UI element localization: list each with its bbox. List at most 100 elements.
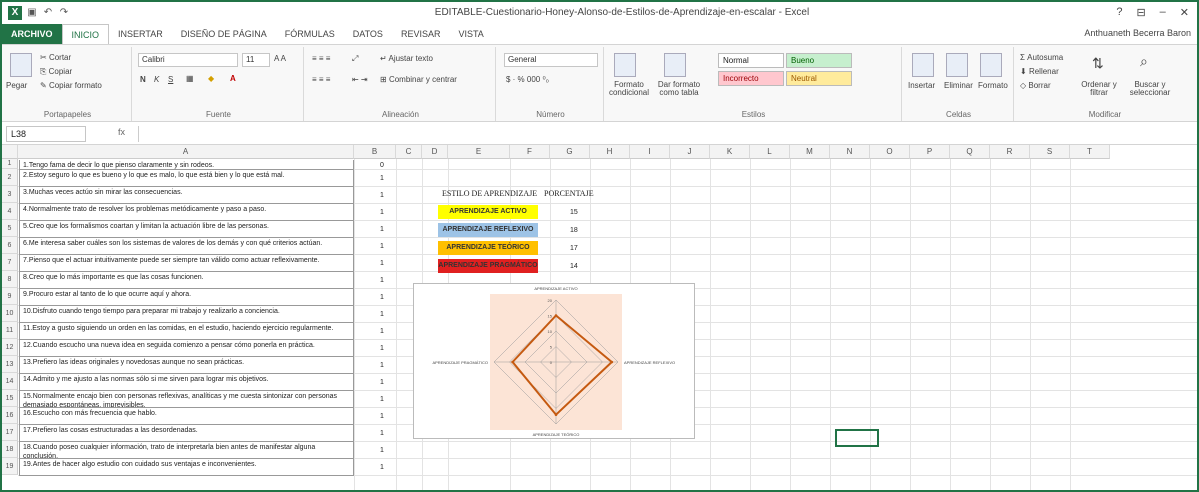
tab-insertar[interactable]: INSERTAR xyxy=(109,24,172,44)
style-normal[interactable]: Normal xyxy=(718,53,784,68)
question-cell[interactable]: 8.Creo que lo más importante es que las … xyxy=(19,272,354,289)
column-header-p[interactable]: P xyxy=(910,145,950,159)
merge-center-button[interactable]: ⊞ Combinar y centrar xyxy=(380,75,457,84)
answer-cell[interactable]: 1 xyxy=(380,430,384,437)
question-cell[interactable]: 14.Admito y me ajusto a las normas sólo … xyxy=(19,374,354,391)
column-header-l[interactable]: L xyxy=(750,145,790,159)
column-header-o[interactable]: O xyxy=(870,145,910,159)
answer-cell[interactable]: 1 xyxy=(380,362,384,369)
question-cell[interactable]: 2.Estoy seguro lo que es bueno y lo que … xyxy=(19,170,354,187)
row-header[interactable]: 13 xyxy=(2,356,18,373)
answer-cell[interactable]: 1 xyxy=(380,209,384,216)
column-header-i[interactable]: I xyxy=(630,145,670,159)
radar-chart[interactable]: 0 5 10 15 20 APRENDIZAJE ACTIVO APRENDIZAJE RE… xyxy=(413,283,695,439)
number-format-select[interactable]: General xyxy=(504,53,598,67)
column-header-n[interactable]: N xyxy=(830,145,870,159)
row-header[interactable]: 18 xyxy=(2,441,18,458)
question-cell[interactable]: 19.Antes de hacer algo estudio con cuida… xyxy=(19,459,354,476)
undo-icon[interactable]: ↶ xyxy=(42,7,54,19)
row-header[interactable]: 1 xyxy=(2,159,18,169)
row-header[interactable]: 2 xyxy=(2,169,18,186)
tab-archivo[interactable]: ARCHIVO xyxy=(2,24,62,44)
row-header[interactable]: 9 xyxy=(2,288,18,305)
row-header[interactable]: 14 xyxy=(2,373,18,390)
help-button[interactable]: ? xyxy=(1116,6,1122,19)
minimize-button[interactable]: – xyxy=(1160,6,1166,19)
question-cell[interactable]: 16.Escucho con más frecuencia que hablo. xyxy=(19,408,354,425)
column-header-t[interactable]: T xyxy=(1070,145,1110,159)
column-header-h[interactable]: H xyxy=(590,145,630,159)
cut-button[interactable]: ✂ Cortar xyxy=(40,53,71,62)
column-header-c[interactable]: C xyxy=(396,145,422,159)
delete-button[interactable]: Eliminar xyxy=(944,81,973,90)
column-header-b[interactable]: B xyxy=(354,145,396,159)
row-header[interactable]: 3 xyxy=(2,186,18,203)
italic-icon[interactable]: K xyxy=(154,75,159,84)
answer-cell[interactable]: 1 xyxy=(380,175,384,182)
formula-input[interactable] xyxy=(138,126,1188,142)
tab-vista[interactable]: VISTA xyxy=(449,24,492,44)
paste-icon[interactable] xyxy=(10,53,32,77)
save-icon[interactable]: ▣ xyxy=(26,7,38,19)
question-cell[interactable]: 13.Prefiero las ideas originales y noved… xyxy=(19,357,354,374)
row-header[interactable]: 4 xyxy=(2,203,18,220)
indent-icon[interactable]: ⇤ ⇥ xyxy=(352,75,368,84)
tab-diseno-pagina[interactable]: DISEÑO DE PÁGINA xyxy=(172,24,276,44)
find-select-button[interactable]: Buscar y seleccionar xyxy=(1126,81,1174,97)
align-top-icon[interactable]: ≡ ≡ ≡ xyxy=(312,54,330,63)
column-header-m[interactable]: M xyxy=(790,145,830,159)
tab-formulas[interactable]: FÓRMULAS xyxy=(276,24,344,44)
answer-cell[interactable]: 1 xyxy=(380,294,384,301)
column-header-d[interactable]: D xyxy=(422,145,448,159)
style-bueno[interactable]: Bueno xyxy=(786,53,852,68)
column-header-q[interactable]: Q xyxy=(950,145,990,159)
selected-cell[interactable] xyxy=(835,429,879,447)
format-button[interactable]: Formato xyxy=(978,81,1008,90)
fill-button[interactable]: ⬇ Rellenar xyxy=(1020,67,1059,76)
row-header[interactable]: 10 xyxy=(2,305,18,322)
row-header[interactable]: 8 xyxy=(2,271,18,288)
orientation-icon[interactable]: ⤢ xyxy=(352,54,358,64)
row-header[interactable]: 12 xyxy=(2,339,18,356)
select-all-corner[interactable] xyxy=(2,145,18,159)
question-cell[interactable]: 18.Cuando poseo cualquier información, t… xyxy=(19,442,354,459)
answer-cell[interactable]: 1 xyxy=(380,243,384,250)
question-cell[interactable]: 11.Estoy a gusto siguiendo un orden en l… xyxy=(19,323,354,340)
copy-button[interactable]: ⎘ Copiar xyxy=(40,67,72,77)
question-cell[interactable]: 10.Disfruto cuando tengo tiempo para pre… xyxy=(19,306,354,323)
find-icon[interactable]: ⌕ xyxy=(1140,53,1148,70)
question-cell[interactable]: 6.Me interesa saber cuáles son los siste… xyxy=(19,238,354,255)
answer-cell[interactable]: 1 xyxy=(380,413,384,420)
paste-button[interactable]: Pegar xyxy=(6,81,27,90)
question-cell[interactable]: 4.Normalmente trato de resolver los prob… xyxy=(19,204,354,221)
underline-icon[interactable]: S xyxy=(168,75,173,84)
row-header[interactable]: 5 xyxy=(2,220,18,237)
grow-font-icon[interactable]: A A xyxy=(274,54,286,63)
conditional-format-button[interactable]: Formato condicional xyxy=(608,81,650,97)
insert-cells-icon[interactable] xyxy=(912,53,934,77)
question-cell[interactable]: 7.Pienso que el actuar intuitivamente pu… xyxy=(19,255,354,272)
row-header[interactable]: 6 xyxy=(2,237,18,254)
delete-cells-icon[interactable] xyxy=(946,53,968,77)
row-header[interactable]: 16 xyxy=(2,407,18,424)
font-color-icon[interactable]: A xyxy=(230,74,236,83)
clear-button[interactable]: ◇ Borrar xyxy=(1020,81,1051,90)
tab-revisar[interactable]: REVISAR xyxy=(392,24,450,44)
answer-cell[interactable]: 1 xyxy=(380,379,384,386)
fx-icon[interactable]: fx xyxy=(118,127,125,137)
autosum-button[interactable]: Σ Autosuma xyxy=(1020,53,1063,62)
tab-inicio[interactable]: INICIO xyxy=(61,24,110,44)
format-cells-icon[interactable] xyxy=(980,53,1002,77)
question-cell[interactable]: 17.Prefiero las cosas estructuradas a la… xyxy=(19,425,354,442)
question-cell[interactable]: 5.Creo que los formalismos coartan y lim… xyxy=(19,221,354,238)
column-header-a[interactable]: A xyxy=(18,145,354,159)
column-header-j[interactable]: J xyxy=(670,145,710,159)
row-header[interactable]: 17 xyxy=(2,424,18,441)
column-header-g[interactable]: G xyxy=(550,145,590,159)
style-incorrecto[interactable]: Incorrecto xyxy=(718,71,784,86)
row-header[interactable]: 11 xyxy=(2,322,18,339)
user-name[interactable]: Anthuaneth Becerra Baron xyxy=(1084,28,1191,38)
question-cell[interactable]: 15.Normalmente encajo bien con personas … xyxy=(19,391,354,408)
column-header-r[interactable]: R xyxy=(990,145,1030,159)
align-left-icon[interactable]: ≡ ≡ ≡ xyxy=(312,75,330,84)
